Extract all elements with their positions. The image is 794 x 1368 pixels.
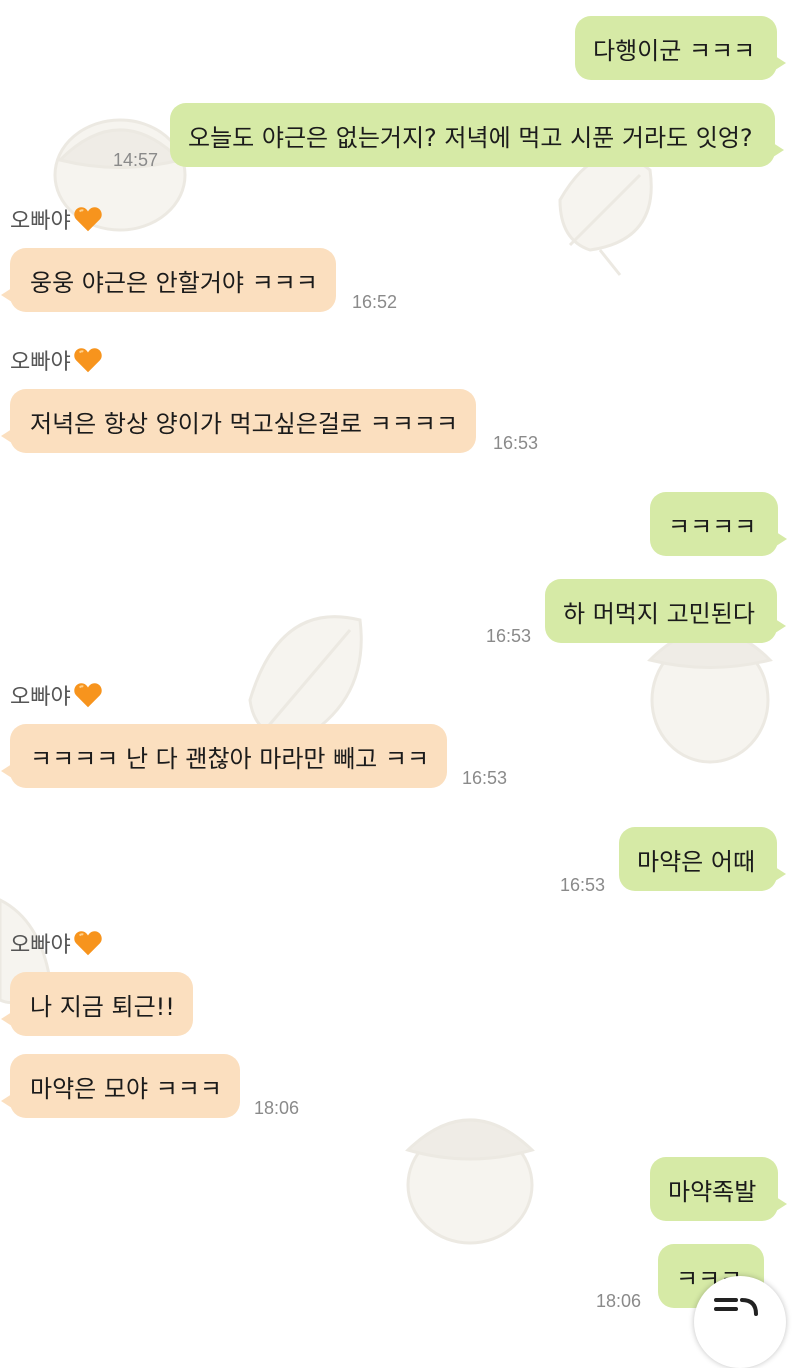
- sender-name: 오빠야: [10, 685, 71, 710]
- message-timestamp: 16:53: [486, 626, 532, 646]
- orange-heart-icon: [74, 683, 102, 708]
- sender-name: 오빠야: [10, 209, 71, 234]
- their-message-bubble[interactable]: 웅웅 야근은 안할거야 ㅋㅋㅋ: [1, 248, 336, 312]
- message-timestamp: 18:06: [596, 1291, 642, 1311]
- acorn-illustration: [647, 628, 773, 764]
- acorn-illustration: [405, 1118, 535, 1245]
- sender-name: 오빠야: [10, 350, 71, 375]
- orange-heart-icon: [74, 931, 102, 956]
- my-message-bubble[interactable]: 하 머먹지 고민된다: [545, 579, 786, 643]
- message-timestamp: 16:53: [493, 433, 539, 453]
- message-timestamp: 16:53: [462, 768, 508, 788]
- their-message-bubble[interactable]: 마약은 모야 ㅋㅋㅋ: [1, 1054, 240, 1118]
- message-timestamp: 14:57: [113, 150, 159, 170]
- message-timestamp: 18:06: [254, 1098, 300, 1118]
- my-message-bubble[interactable]: 다행이군 ㅋㅋㅋ: [575, 16, 787, 80]
- sender-name: 오빠야: [10, 933, 71, 958]
- sender-name-row: 오빠야: [10, 342, 103, 378]
- their-message-bubble[interactable]: 나 지금 퇴근!!: [1, 972, 193, 1036]
- scroll-down-button[interactable]: [694, 1276, 786, 1368]
- their-message-bubble[interactable]: ㅋㅋㅋㅋ 난 다 괜찮아 마라만 빼고 ㅋㅋ: [0, 724, 448, 788]
- my-message-bubble[interactable]: 오늘도 야근은 없는거지? 저녁에 먹고 시푼 거라도 잇엉?: [170, 103, 784, 167]
- message-timestamp: 16:53: [560, 875, 606, 895]
- message-timestamp: 16:52: [352, 292, 398, 312]
- scroll-down-icon: [714, 1298, 758, 1316]
- my-message-bubble[interactable]: 마약은 어때: [619, 827, 787, 891]
- sender-name-row: 오빠야: [10, 925, 103, 961]
- my-message-bubble[interactable]: 마약족발: [650, 1157, 788, 1221]
- orange-heart-icon: [74, 207, 102, 232]
- leaf-illustration: [248, 615, 363, 742]
- my-message-bubble[interactable]: ㅋㅋㅋㅋ: [650, 492, 788, 556]
- sender-name-row: 오빠야: [10, 201, 103, 237]
- sender-name-row: 오빠야: [10, 677, 103, 713]
- their-message-bubble[interactable]: 저녁은 항상 양이가 먹고싶은걸로 ㅋㅋㅋㅋ: [1, 389, 476, 453]
- orange-heart-icon: [74, 348, 102, 373]
- leaf-illustration: [558, 154, 653, 276]
